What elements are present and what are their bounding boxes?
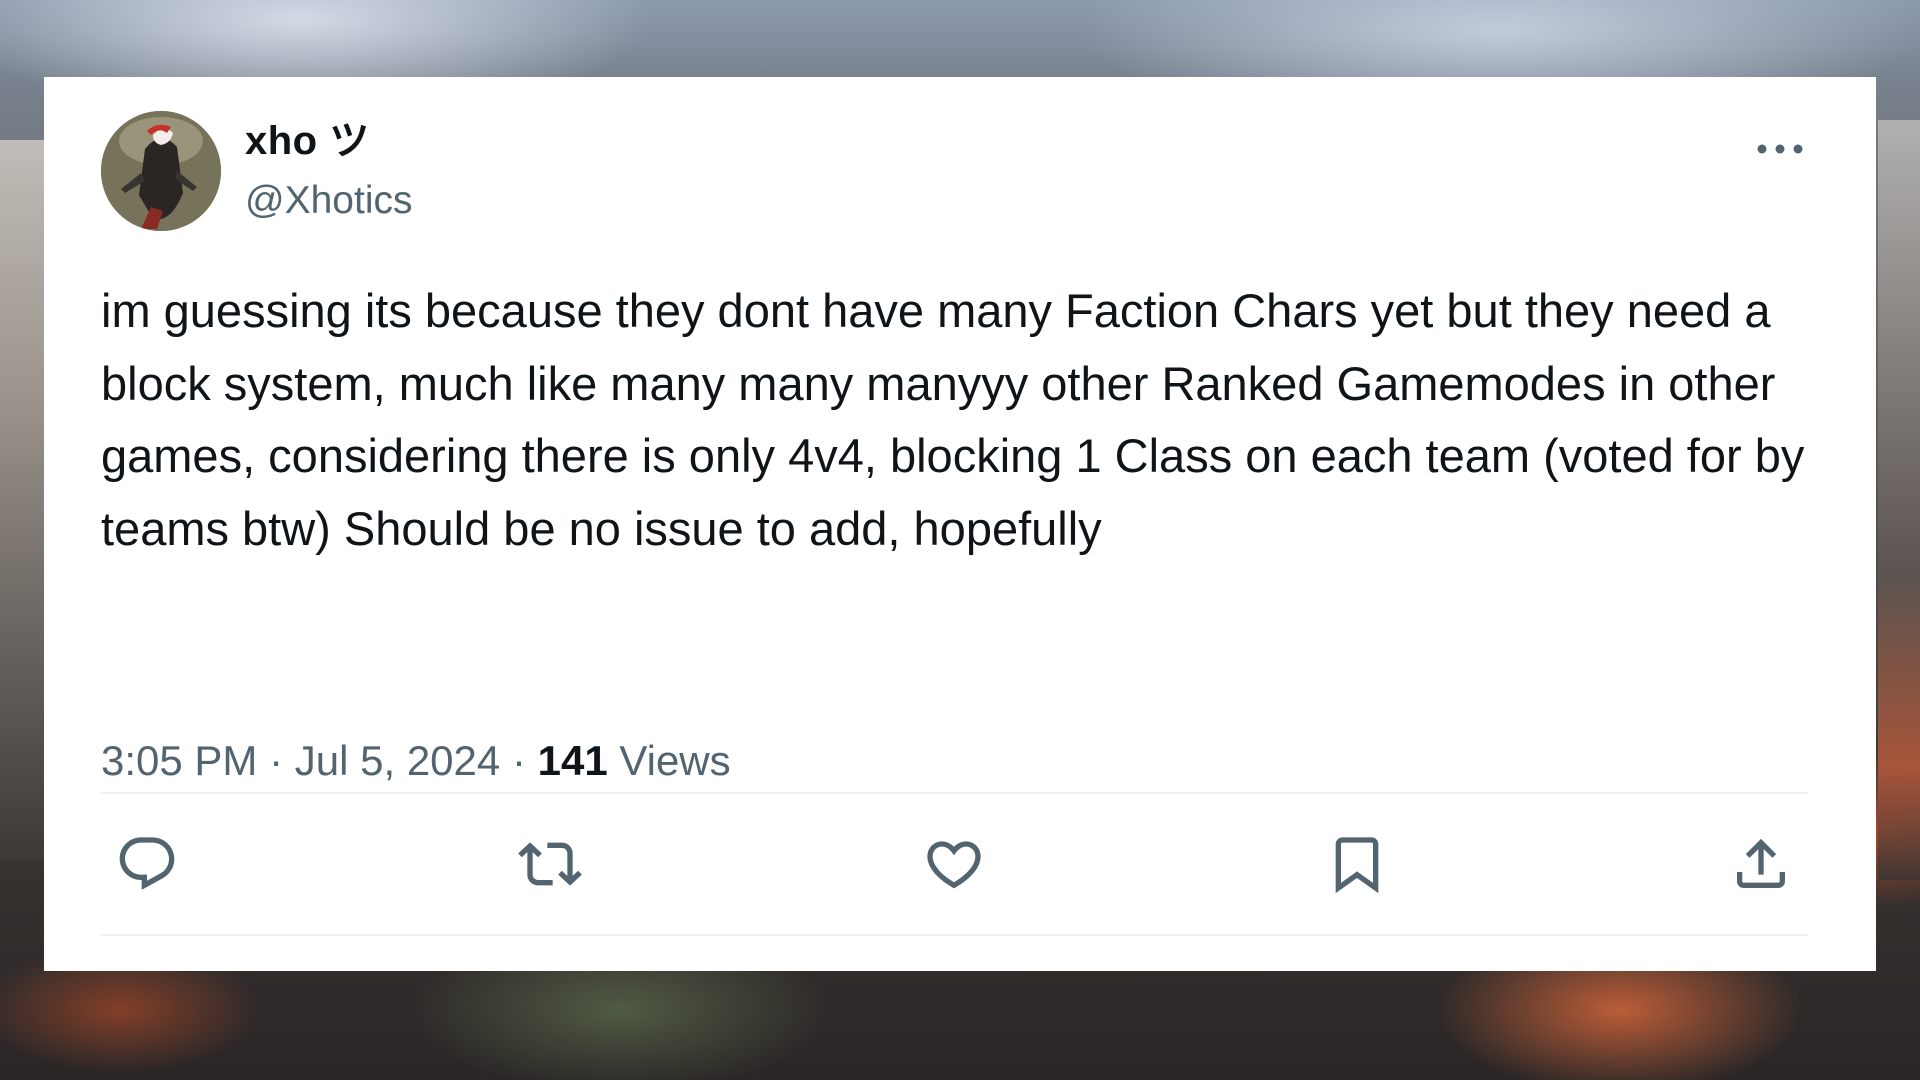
tweet-time[interactable]: 3:05 PM	[101, 737, 257, 784]
retweet-button[interactable]	[516, 830, 584, 898]
share-icon	[1737, 838, 1785, 888]
background-left-edge	[0, 140, 46, 860]
heart-icon	[927, 841, 981, 889]
tweet-content: xho ツ @Xhotics im guessing its because t…	[101, 77, 1808, 971]
action-bar	[101, 794, 1808, 934]
avatar[interactable]	[101, 111, 221, 231]
retweet-icon	[518, 842, 582, 886]
views-count: 141	[537, 737, 608, 784]
like-button[interactable]	[920, 830, 988, 898]
views-label: Views	[619, 737, 731, 784]
author-names: xho ツ @Xhotics	[245, 117, 412, 225]
tweet-card: xho ツ @Xhotics im guessing its because t…	[44, 77, 1876, 971]
reply-icon	[119, 837, 175, 890]
tweet-header: xho ツ @Xhotics	[101, 111, 1808, 233]
share-button[interactable]	[1727, 830, 1795, 898]
tweet-date[interactable]: Jul 5, 2024	[295, 737, 501, 784]
user-handle[interactable]: @Xhotics	[245, 177, 412, 225]
more-options-button[interactable]	[1752, 129, 1808, 169]
tweet-metadata: 3:05 PM · Jul 5, 2024 · 141 Views	[101, 733, 731, 789]
bookmark-icon	[1335, 837, 1379, 894]
background-right-edge	[1878, 120, 1920, 880]
tweet-text: im guessing its because they dont have m…	[101, 284, 1805, 555]
reply-button[interactable]	[113, 830, 181, 898]
meta-separator: ·	[269, 737, 284, 784]
avatar-image	[101, 111, 221, 231]
display-name[interactable]: xho ツ	[245, 117, 412, 165]
more-horizontal-icon	[1757, 144, 1803, 154]
divider	[101, 934, 1808, 936]
bookmark-button[interactable]	[1323, 830, 1391, 898]
meta-separator: ·	[511, 737, 526, 784]
